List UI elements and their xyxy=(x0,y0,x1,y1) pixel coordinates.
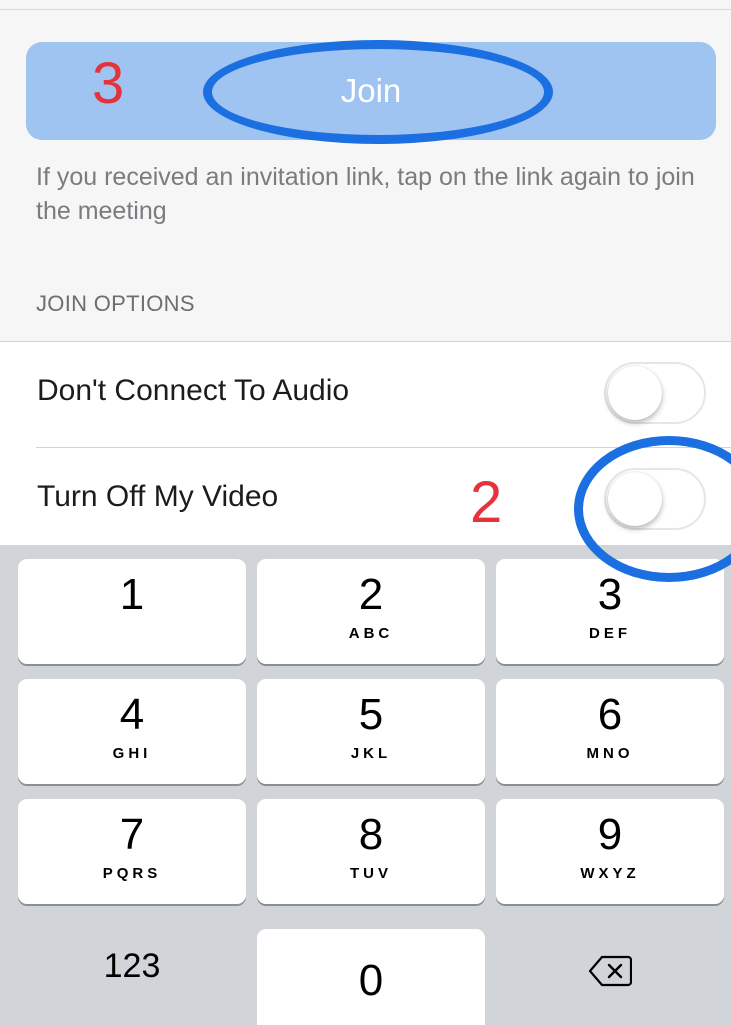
numeric-keypad: 1 2 ABC 3 DEF 4 GHI 5 JKL 6 MNO 7 PQRS 8… xyxy=(0,545,731,1025)
join-options-header: JOIN OPTIONS xyxy=(36,291,195,316)
option-row-audio: Don't Connect To Audio xyxy=(0,342,731,446)
key-digit: 4 xyxy=(119,690,145,739)
delete-key[interactable] xyxy=(496,919,724,1024)
key-digit: 0 xyxy=(358,956,384,1005)
key-letters: PQRS xyxy=(102,865,162,882)
key-3[interactable]: 3 DEF xyxy=(496,559,724,664)
key-digit: 1 xyxy=(119,570,145,619)
key-1[interactable]: 1 xyxy=(18,559,246,664)
key-6[interactable]: 6 MNO xyxy=(496,679,724,784)
key-letters: JKL xyxy=(350,745,392,762)
key-8[interactable]: 8 TUV xyxy=(257,799,485,904)
key-2[interactable]: 2 ABC xyxy=(257,559,485,664)
step-3-annotation: 3 xyxy=(92,51,125,116)
step-2-annotation: 2 xyxy=(470,470,503,535)
join-button[interactable]: Join xyxy=(26,42,716,140)
key-7[interactable]: 7 PQRS xyxy=(18,799,246,904)
key-0[interactable]: 0 xyxy=(257,929,485,1025)
toggle-knob xyxy=(608,366,662,420)
key-letters: WXYZ xyxy=(580,865,640,882)
key-letters: ABC xyxy=(348,625,394,642)
key-letters: DEF xyxy=(589,625,631,642)
mode-switch-label: 123 xyxy=(103,947,161,985)
key-letters: TUV xyxy=(350,865,392,882)
audio-toggle[interactable] xyxy=(604,362,706,424)
top-divider xyxy=(0,9,731,10)
option-label-audio: Don't Connect To Audio xyxy=(37,374,350,407)
key-5[interactable]: 5 JKL xyxy=(257,679,485,784)
join-button-label: Join xyxy=(340,72,402,109)
backspace-icon xyxy=(588,955,633,992)
key-digit: 2 xyxy=(358,570,384,619)
join-options-list: Don't Connect To Audio Turn Off My Video xyxy=(0,341,731,546)
mode-switch-key[interactable]: 123 xyxy=(18,919,246,1024)
key-9[interactable]: 9 WXYZ xyxy=(496,799,724,904)
key-letters: MNO xyxy=(586,745,634,762)
invitation-hint: If you received an invitation link, tap … xyxy=(36,163,695,225)
key-digit: 7 xyxy=(119,810,145,859)
key-4[interactable]: 4 GHI xyxy=(18,679,246,784)
key-digit: 5 xyxy=(358,690,384,739)
key-digit: 6 xyxy=(597,690,623,739)
key-letters: GHI xyxy=(112,745,152,762)
key-digit: 3 xyxy=(597,570,623,619)
key-digit: 8 xyxy=(358,810,384,859)
option-label-video: Turn Off My Video xyxy=(37,480,279,513)
option-row-video: Turn Off My Video xyxy=(0,448,731,552)
video-toggle[interactable] xyxy=(604,468,706,530)
toggle-knob xyxy=(608,472,662,526)
key-digit: 9 xyxy=(597,810,623,859)
